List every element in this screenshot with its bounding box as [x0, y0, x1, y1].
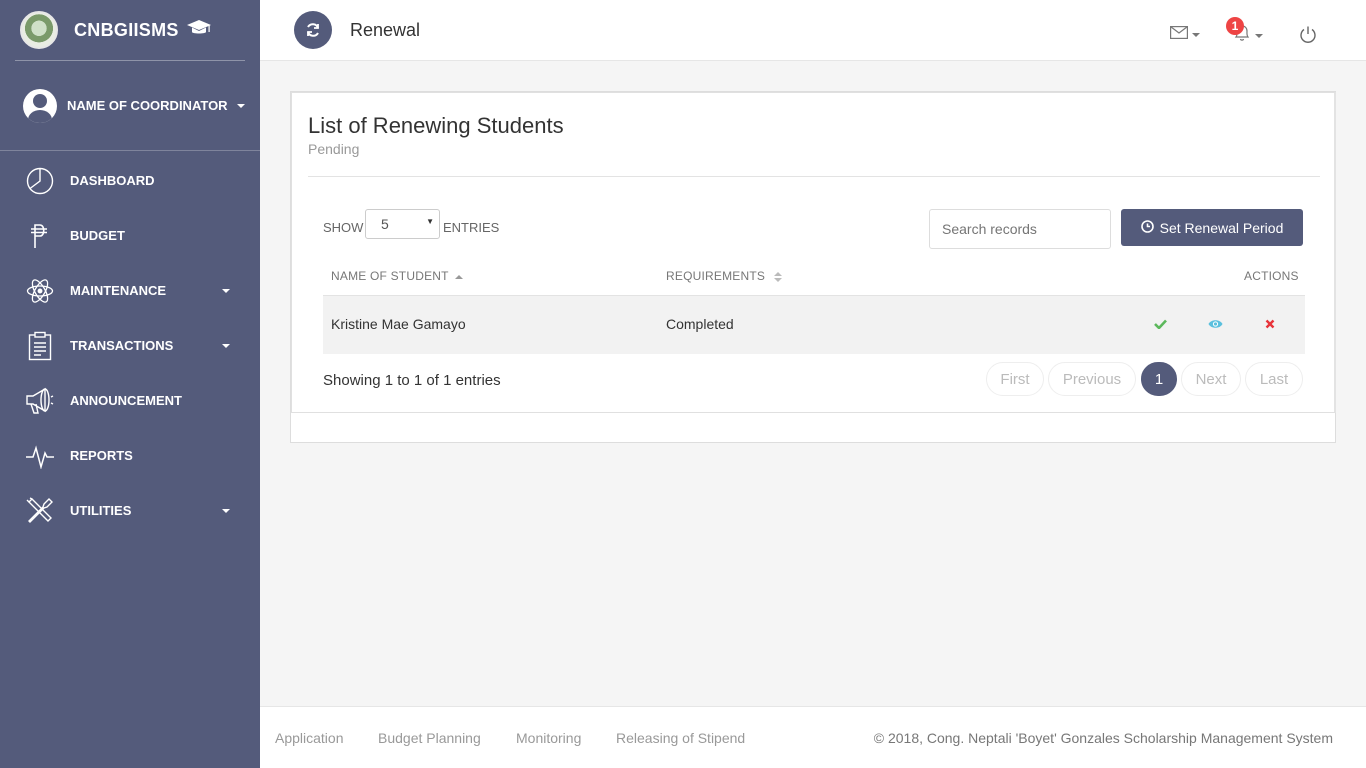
divider	[308, 176, 1320, 177]
table-info: Showing 1 to 1 of 1 entries	[323, 372, 501, 389]
pagination-last[interactable]: Last	[1245, 362, 1303, 396]
page-title: Renewal	[350, 20, 421, 40]
approve-check-icon[interactable]	[1151, 315, 1169, 333]
notification-badge: 1	[1226, 17, 1244, 35]
pagination-page-1[interactable]: 1	[1141, 362, 1177, 396]
messages-menu[interactable]	[1170, 26, 1200, 44]
refresh-icon	[294, 11, 332, 49]
chevron-down-icon	[1255, 33, 1263, 38]
reject-x-icon[interactable]	[1261, 315, 1279, 333]
footer-link-releasing-of-stipend[interactable]: Releasing of Stipend	[616, 730, 745, 746]
card-subtitle: Pending	[308, 141, 360, 157]
chevron-down-icon	[222, 509, 230, 513]
view-eye-icon[interactable]	[1206, 315, 1224, 333]
pagination-previous[interactable]: Previous	[1048, 362, 1136, 396]
topbar: Renewal 1	[260, 0, 1366, 61]
brand-logo	[20, 11, 58, 49]
clipboard-icon	[25, 331, 55, 361]
chevron-down-icon	[236, 103, 245, 108]
sort-icon	[774, 271, 783, 282]
sidebar-item-label: BUDGET	[70, 228, 125, 243]
chevron-down-icon	[1192, 33, 1200, 37]
chevron-down-icon	[222, 289, 230, 293]
card-body: List of Renewing Students Pending SHOW 5…	[291, 92, 1336, 413]
sidebar-item-maintenance[interactable]: MAINTENANCE	[0, 263, 260, 318]
power-icon	[1298, 26, 1318, 49]
pulse-icon	[25, 441, 55, 471]
megaphone-icon	[25, 386, 55, 416]
user-name: NAME OF COORDINATOR	[67, 98, 228, 113]
user-menu[interactable]: NAME OF COORDINATOR	[0, 61, 260, 151]
sidebar-item-label: DASHBOARD	[70, 173, 155, 188]
sidebar-item-reports[interactable]: REPORTS	[0, 428, 260, 483]
peso-icon	[25, 221, 55, 251]
footer-link-budget-planning[interactable]: Budget Planning	[378, 730, 481, 746]
sort-ascending-icon	[454, 274, 463, 279]
student-name: Kristine Mae Gamayo	[331, 316, 466, 332]
brand: CNBGIISMS	[15, 0, 245, 61]
sidebar-item-label: ANNOUNCEMENT	[70, 393, 182, 408]
table-row: Kristine Mae Gamayo Completed	[323, 295, 1305, 354]
brand-name: CNBGIISMS	[74, 19, 179, 40]
envelope-icon	[1170, 26, 1188, 44]
card-title: List of Renewing Students	[308, 113, 564, 138]
footer-link-application[interactable]: Application	[275, 730, 344, 746]
footer-link-monitoring[interactable]: Monitoring	[516, 730, 581, 746]
entries-select-value: 5	[381, 216, 389, 232]
atom-icon	[25, 276, 55, 306]
sidebar: CNBGIISMS NAME OF COORDINATOR DASHBOARD …	[0, 0, 260, 768]
clock-icon	[1140, 219, 1160, 236]
notifications-menu[interactable]: 1	[1226, 17, 1263, 47]
sidebar-item-label: TRANSACTIONS	[70, 338, 174, 353]
requirements-status: Completed	[666, 316, 734, 332]
column-header-actions: ACTIONS	[1244, 269, 1299, 283]
column-header-label: NAME OF STUDENT	[331, 269, 449, 283]
sidebar-item-label: MAINTENANCE	[70, 283, 167, 298]
pie-chart-icon	[25, 166, 55, 196]
sidebar-item-utilities[interactable]: UTILITIES	[0, 483, 260, 538]
pagination-first[interactable]: First	[986, 362, 1044, 396]
copyright: © 2018, Cong. Neptali 'Boyet' Gonzales S…	[873, 730, 1333, 746]
graduation-cap-icon	[186, 19, 211, 41]
sidebar-item-announcement[interactable]: ANNOUNCEMENT	[0, 373, 260, 428]
sidebar-item-dashboard[interactable]: DASHBOARD	[0, 153, 260, 208]
bell-icon: 1	[1226, 17, 1251, 47]
avatar	[23, 88, 57, 123]
search-input[interactable]	[929, 209, 1111, 249]
column-header-requirements[interactable]: REQUIREMENTS	[666, 269, 783, 283]
sidebar-item-label: REPORTS	[70, 448, 133, 463]
pagination-next[interactable]: Next	[1181, 362, 1241, 396]
column-header-label: REQUIREMENTS	[666, 269, 766, 283]
sidebar-item-budget[interactable]: BUDGET	[0, 208, 260, 263]
entries-label: ENTRIES	[443, 220, 500, 235]
entries-select[interactable]: 5 ▼	[365, 209, 440, 239]
sidebar-item-label: UTILITIES	[70, 503, 132, 518]
column-header-name[interactable]: NAME OF STUDENT	[331, 269, 463, 283]
renewing-students-card: List of Renewing Students Pending SHOW 5…	[290, 91, 1336, 443]
show-label: SHOW	[323, 220, 364, 235]
dropdown-arrow-icon: ▼	[426, 217, 434, 226]
tools-icon	[25, 496, 55, 526]
sidebar-item-transactions[interactable]: TRANSACTIONS	[0, 318, 260, 373]
footer: Application Budget Planning Monitoring R…	[260, 706, 1366, 768]
set-renewal-period-label: Set Renewal Period	[1159, 219, 1284, 236]
set-renewal-period-button[interactable]: Set Renewal Period	[1121, 209, 1303, 246]
chevron-down-icon	[222, 344, 230, 348]
sidebar-nav: DASHBOARD BUDGET MAINTENANCE TRANSACTION…	[0, 153, 260, 538]
logout-button[interactable]	[1298, 25, 1318, 50]
